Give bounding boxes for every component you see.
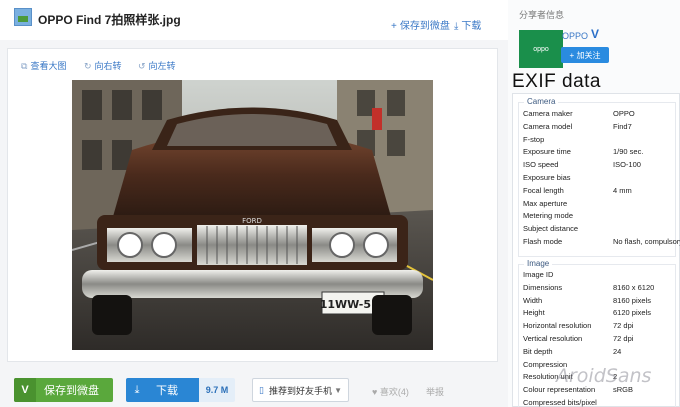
exif-panel: Camera Camera maker OPPO Camera model Find7…: [512, 93, 680, 407]
photo-car[interactable]: FORD 11WW-517: [72, 80, 433, 350]
car-photo-illustration: FORD 11WW-517: [72, 80, 433, 350]
header-save-button[interactable]: + 保存到微盘: [391, 17, 450, 32]
external-link-icon: ⧉: [21, 61, 28, 71]
header-save-label: 保存到微盘: [399, 21, 450, 32]
rotate-right-icon: ↻: [84, 61, 92, 71]
follow-label: 加关注: [576, 50, 601, 60]
view-full-label: 查看大图: [30, 61, 67, 71]
camera-key: Metering mode: [523, 211, 574, 221]
camera-key: Exposure time: [523, 147, 571, 157]
camera-key: F-stop: [523, 134, 545, 144]
verified-badge-icon: V: [591, 27, 600, 41]
image-key: Bit depth: [523, 346, 553, 356]
image-value: 72 dpi: [613, 334, 634, 343]
image-key: Compressed bits/pixel: [523, 398, 597, 407]
phone-icon: ▯: [259, 384, 264, 395]
like-button[interactable]: ♥ 喜欢(4): [372, 385, 409, 398]
image-file-icon: [14, 8, 32, 26]
sharer-heading: 分享者信息: [519, 10, 565, 20]
download-button[interactable]: ⤓ 下载: [126, 378, 199, 402]
grille-lettering: FORD: [242, 217, 262, 225]
rotate-left-label: 向左转: [148, 61, 176, 71]
image-key: Width: [523, 295, 543, 305]
camera-key: Camera maker: [523, 109, 573, 118]
file-title: OPPO Find 7拍照样张.jpg: [38, 13, 181, 27]
image-viewer: ⧉ 查看大图 ↻ 向右转 ↺ 向左转 FORD 11WW-517: [7, 48, 498, 362]
rotate-right-label: 向右转: [94, 61, 122, 71]
camera-value: 4 mm: [613, 185, 632, 195]
camera-value: No flash, compulsory: [613, 237, 680, 246]
action-bar: V 保存到微盘 ⤓ 下载 9.7 M ▯ 推荐到好友手机 ▼ ♥ 喜欢(4) 举…: [0, 371, 508, 407]
side-panel: 分享者信息 oppo OPPO V + 加关注 EXIF data Camera…: [508, 0, 680, 407]
camera-key: Subject distance: [523, 224, 579, 234]
camera-key: Max aperture: [523, 198, 568, 208]
watermark: AroidSans: [556, 365, 652, 387]
sharer-name-link[interactable]: OPPO: [562, 31, 588, 41]
heart-icon: ♥: [372, 387, 380, 397]
header-download-button[interactable]: ⤓ 下载: [454, 17, 481, 32]
image-value: 72 dpi: [613, 321, 634, 331]
image-value: 8160 pixels: [613, 295, 651, 305]
camera-value: 1/90 sec.: [613, 147, 644, 157]
sharer-logo-text: oppo: [533, 45, 549, 53]
download-icon: ⤓: [134, 383, 140, 396]
send-to-phone-dropdown[interactable]: ▯ 推荐到好友手机 ▼: [252, 378, 349, 402]
view-full-button[interactable]: ⧉ 查看大图: [21, 59, 66, 72]
download-label: 下载: [156, 385, 178, 397]
image-key: Height: [523, 308, 545, 318]
image-value: 24: [613, 346, 622, 356]
camera-key: Camera model: [523, 121, 573, 131]
image-key: Dimensions: [523, 282, 563, 292]
send-to-phone-label: 推荐到好友手机: [268, 385, 332, 396]
image-value: 8160 x 6120: [613, 282, 655, 292]
image-key: Vertical resolution: [523, 334, 583, 343]
camera-key: Focal length: [523, 185, 564, 195]
download-icon: ⤓: [454, 21, 459, 32]
chevron-down-icon: ▼: [334, 386, 342, 395]
exif-title: EXIF data: [512, 71, 601, 92]
header-download-label: 下载: [461, 21, 482, 32]
exif-camera-legend: Camera: [524, 97, 559, 106]
sharer-avatar[interactable]: oppo: [519, 30, 563, 68]
image-key: Horizontal resolution: [523, 321, 592, 331]
like-label: 喜欢(4): [379, 387, 409, 397]
plus-icon: +: [391, 21, 397, 32]
file-size: 9.7 M: [199, 378, 235, 402]
camera-value: Find7: [613, 121, 632, 131]
rotate-right-button[interactable]: ↻ 向右转: [84, 59, 122, 72]
camera-key: Exposure bias: [523, 173, 571, 182]
report-link[interactable]: 举报: [426, 385, 444, 398]
save-to-disk-label: 保存到微盘: [44, 385, 99, 397]
camera-value: OPPO: [613, 109, 635, 118]
camera-key: Flash mode: [523, 237, 563, 246]
save-to-disk-button[interactable]: V 保存到微盘: [14, 378, 113, 402]
camera-key: ISO speed: [523, 160, 559, 170]
image-value: 6120 pixels: [613, 308, 651, 318]
file-header: OPPO Find 7拍照样张.jpg + 保存到微盘 ⤓ 下载: [0, 0, 508, 40]
checkmark-icon: V: [14, 378, 36, 402]
exif-image-legend: Image: [524, 259, 553, 268]
rotate-left-icon: ↺: [138, 61, 146, 71]
image-key: Image ID: [523, 270, 554, 279]
camera-value: ISO-100: [613, 160, 641, 170]
rotate-left-button[interactable]: ↺ 向左转: [138, 59, 176, 72]
follow-button[interactable]: + 加关注: [561, 47, 609, 63]
